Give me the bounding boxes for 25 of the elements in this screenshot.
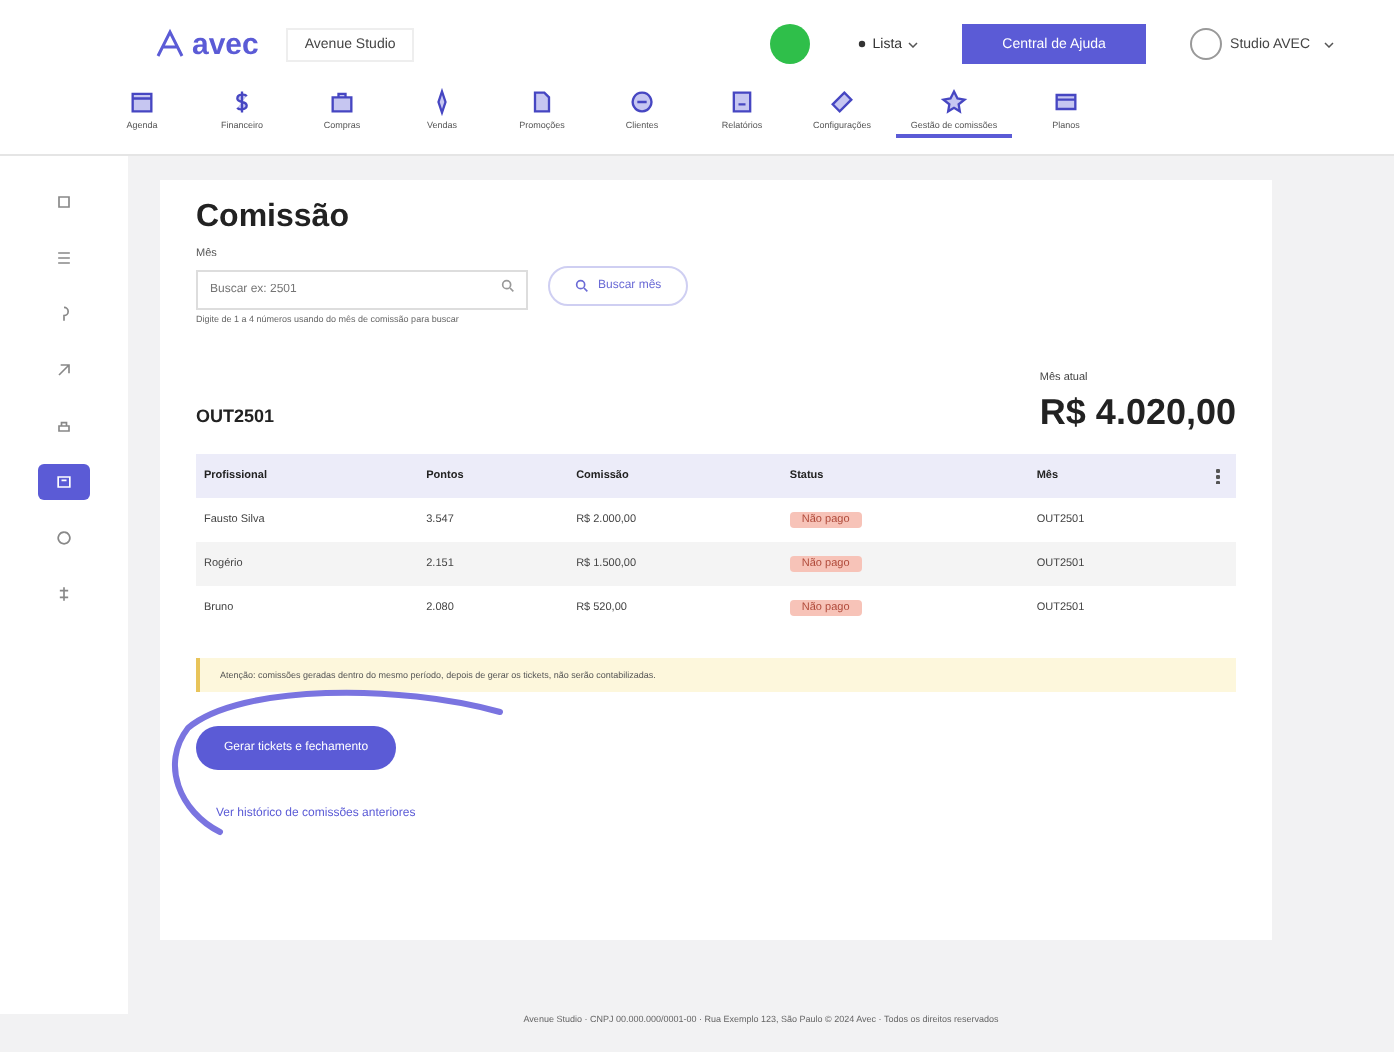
total-amount: R$ 4.020,00 — [1039, 392, 1236, 434]
document-icon — [528, 88, 556, 116]
printer-icon — [54, 416, 74, 436]
logo-mark-icon[interactable] — [152, 26, 188, 62]
sidebar-button[interactable] — [38, 464, 90, 500]
monitor-icon — [54, 472, 74, 492]
caret-icon[interactable] — [1324, 41, 1334, 47]
report-icon — [728, 88, 756, 116]
star-icon — [940, 88, 968, 116]
square-icon — [54, 192, 74, 212]
avatar-icon[interactable] — [1190, 28, 1223, 60]
calendar-icon — [128, 88, 156, 116]
status-icon[interactable] — [770, 24, 811, 64]
period-code: OUT2501 — [196, 406, 275, 426]
card-icon — [1052, 88, 1080, 116]
location-dot-icon — [858, 40, 867, 48]
tag-icon — [828, 88, 856, 116]
search-icon — [500, 278, 516, 294]
search-icon — [574, 278, 590, 294]
bag-icon — [328, 88, 356, 116]
list-icon — [54, 248, 74, 268]
arrow-icon — [54, 360, 74, 380]
page-title: Comissão — [196, 200, 351, 236]
logo[interactable]: avec — [192, 27, 259, 61]
caret-icon[interactable] — [908, 41, 919, 47]
